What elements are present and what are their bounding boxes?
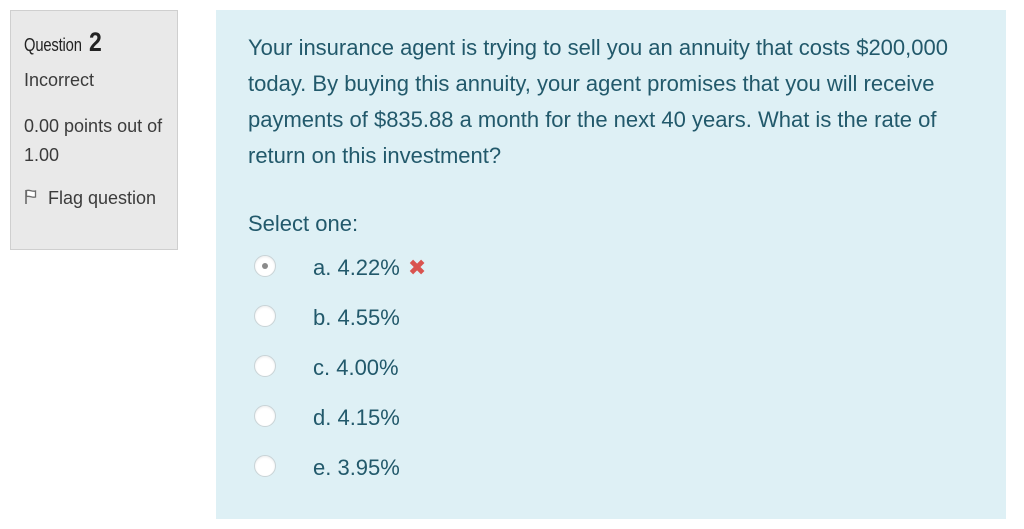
answer-label-e: e. 3.95% xyxy=(313,455,400,480)
radio-button-b[interactable] xyxy=(254,305,276,327)
question-number: 2 xyxy=(88,27,102,57)
answer-option-e[interactable]: e. 3.95% xyxy=(254,450,654,500)
flag-question-label: Flag question xyxy=(48,188,157,208)
radio-button-c[interactable] xyxy=(254,355,276,377)
flag-icon xyxy=(24,185,42,204)
answer-label-c: c. 4.00% xyxy=(313,355,399,380)
question-content-panel: Your insurance agent is trying to sell y… xyxy=(216,10,1006,519)
radio-button-d[interactable] xyxy=(254,405,276,427)
answer-option-a[interactable]: a. 4.22% ✖ xyxy=(254,250,654,300)
question-text: Your insurance agent is trying to sell y… xyxy=(248,35,948,168)
flag-question-link[interactable]: Flag question xyxy=(24,184,174,213)
answer-option-d[interactable]: d. 4.15% xyxy=(254,400,654,450)
answer-label-b: b. 4.55% xyxy=(313,305,400,330)
select-prompt: Select one: xyxy=(248,211,359,236)
answer-list: a. 4.22% ✖ b. 4.55% c. 4.00% d. 4.15% e. … xyxy=(254,250,654,500)
question-info-panel: Question 2 Incorrect 0.00 points out of … xyxy=(10,10,178,250)
answer-option-c[interactable]: c. 4.00% xyxy=(254,350,654,400)
answer-option-b[interactable]: b. 4.55% xyxy=(254,300,654,350)
question-word: Question xyxy=(24,35,82,55)
answer-label-d: d. 4.15% xyxy=(313,405,400,430)
incorrect-x-icon: ✖ xyxy=(407,255,427,280)
radio-button-e[interactable] xyxy=(254,455,276,477)
question-state: Incorrect xyxy=(24,70,95,90)
answer-label-a: a. 4.22% xyxy=(313,255,400,280)
question-number-heading: Question 2 xyxy=(24,27,104,58)
radio-button-a[interactable] xyxy=(254,255,276,277)
question-grade: 0.00 points out of 1.00 xyxy=(24,116,163,165)
